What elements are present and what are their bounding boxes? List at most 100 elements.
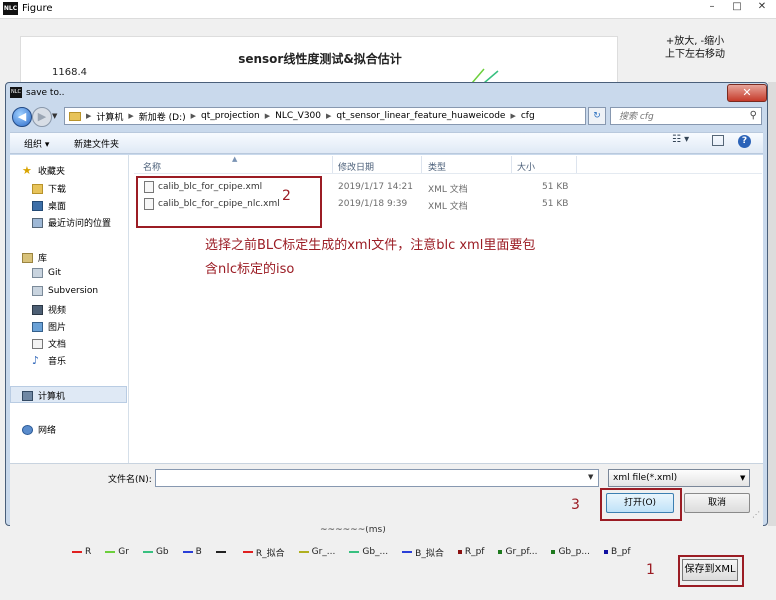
legend-label: Gr_pf... bbox=[505, 547, 538, 557]
window-close-button[interactable]: ✕ bbox=[750, 0, 774, 14]
legend-label: R_pf bbox=[464, 547, 485, 557]
legend-label: B bbox=[195, 547, 202, 557]
filename-input[interactable] bbox=[155, 469, 599, 487]
dialog-close-button[interactable]: ✕ bbox=[727, 84, 767, 102]
nav-item-favorites[interactable]: ★ 收藏夹 bbox=[22, 164, 66, 178]
history-dropdown-icon[interactable]: ▼ bbox=[52, 112, 57, 120]
legend-entry: R bbox=[72, 547, 91, 557]
legend-swatch bbox=[349, 551, 360, 553]
legend-swatch bbox=[603, 550, 608, 554]
preview-pane-icon[interactable] bbox=[712, 135, 724, 146]
navigation-pane bbox=[10, 155, 129, 463]
downloads-folder-icon bbox=[32, 183, 43, 194]
legend-swatch bbox=[402, 551, 413, 553]
nav-label: Git bbox=[48, 268, 62, 278]
column-header-name[interactable]: 名称 bbox=[143, 160, 161, 173]
column-divider bbox=[576, 156, 577, 173]
nav-item-subversion[interactable]: Subversion bbox=[32, 286, 98, 296]
nav-item-desktop[interactable]: 桌面 bbox=[32, 199, 66, 212]
minimize-button[interactable]: – bbox=[700, 0, 724, 14]
nav-label: 库 bbox=[38, 254, 48, 264]
filename-label: 文件名(N): bbox=[108, 475, 152, 485]
video-icon bbox=[32, 304, 43, 315]
nav-label: 音乐 bbox=[48, 357, 67, 367]
legend-label: Gr bbox=[118, 547, 129, 557]
nav-item-documents[interactable]: 文档 bbox=[32, 337, 66, 350]
chevron-right-icon: ▶ bbox=[510, 112, 516, 120]
plot-title: sensor线性度测试&拟合估计 bbox=[238, 52, 402, 66]
figure-window-title: Figure bbox=[22, 3, 53, 14]
nav-item-network[interactable]: 网络 bbox=[22, 423, 56, 436]
view-options-icon[interactable]: ☷ ▾ bbox=[672, 134, 689, 145]
annotation-note-line1: 选择之前BLC标定生成的xml文件，注意blc xml里面要包 bbox=[205, 238, 536, 253]
chevron-right-icon: ▶ bbox=[128, 112, 134, 120]
legend-entry: B_拟合 bbox=[402, 546, 444, 559]
figure-titlebar bbox=[0, 0, 776, 19]
back-arrow-icon[interactable]: ◀ bbox=[12, 107, 32, 127]
legend-entry: Gb bbox=[142, 547, 169, 557]
cancel-button[interactable]: 取消 bbox=[684, 493, 750, 513]
legend-swatch bbox=[142, 551, 153, 553]
legend-entry: Gr_... bbox=[298, 547, 336, 557]
breadcrumb-project[interactable]: qt_sensor_linear_feature_huaweicode bbox=[336, 111, 505, 121]
column-header-size[interactable]: 大小 bbox=[517, 160, 535, 173]
chevron-down-icon[interactable]: ▼ bbox=[588, 473, 593, 481]
recent-places-icon bbox=[32, 217, 43, 228]
legend-entry: Gr_pf... bbox=[498, 547, 537, 557]
legend-label: Gb_... bbox=[362, 547, 389, 557]
organize-menu-button[interactable]: 组织 ▾ bbox=[24, 137, 49, 150]
forward-arrow-icon[interactable]: ▶ bbox=[32, 107, 52, 127]
legend-swatch bbox=[242, 551, 253, 553]
file-type-filter-select[interactable]: xml file(*.xml) bbox=[608, 469, 750, 487]
nav-label: 收藏夹 bbox=[38, 167, 66, 177]
annotation-step-3: 3 bbox=[571, 497, 580, 513]
figure-bottom-area bbox=[0, 528, 776, 600]
refresh-icon[interactable]: ↻ bbox=[588, 107, 606, 125]
search-box[interactable]: ⚲ bbox=[610, 107, 762, 125]
new-folder-button[interactable]: 新建文件夹 bbox=[74, 137, 119, 150]
breadcrumb-computer[interactable]: 计算机 bbox=[96, 110, 123, 123]
resize-grip-icon[interactable]: ⋰ bbox=[752, 510, 760, 519]
legend-entry: B bbox=[182, 547, 202, 557]
legend-entry: R_拟合 bbox=[242, 546, 285, 559]
nav-item-downloads[interactable]: 下载 bbox=[32, 182, 66, 195]
maximize-button[interactable]: □ bbox=[725, 0, 749, 14]
pictures-icon bbox=[32, 321, 43, 332]
search-input[interactable] bbox=[617, 109, 741, 125]
git-library-icon bbox=[32, 268, 43, 278]
legend-label: R bbox=[85, 547, 92, 557]
figure-right-edge bbox=[768, 82, 776, 526]
nav-label: 图片 bbox=[48, 323, 67, 333]
breadcrumb-nlc-v300[interactable]: NLC_V300 bbox=[275, 111, 321, 121]
nav-item-music[interactable]: ♪ 音乐 bbox=[32, 354, 67, 368]
nav-item-libraries[interactable]: 库 bbox=[22, 251, 47, 264]
chevron-right-icon: ▶ bbox=[190, 112, 197, 120]
legend-label: Gr_... bbox=[311, 547, 336, 557]
legend-swatch bbox=[457, 550, 462, 554]
file-type: XML 文档 bbox=[428, 185, 468, 195]
nav-item-git[interactable]: Git bbox=[32, 268, 61, 278]
column-header-type[interactable]: 类型 bbox=[428, 160, 446, 173]
nav-item-recent[interactable]: 最近访问的位置 bbox=[32, 216, 111, 229]
annotation-box-files bbox=[136, 176, 322, 228]
breadcrumb-cfg[interactable]: cfg bbox=[521, 111, 535, 121]
nav-item-pictures[interactable]: 图片 bbox=[32, 320, 66, 333]
nav-item-videos[interactable]: 视频 bbox=[32, 303, 66, 316]
search-icon[interactable]: ⚲ bbox=[750, 110, 757, 121]
annotation-box-open bbox=[600, 488, 682, 521]
column-header-date[interactable]: 修改日期 bbox=[338, 160, 374, 173]
breadcrumb-qt-projection[interactable]: qt_projection bbox=[201, 111, 260, 121]
legend-swatch bbox=[215, 551, 226, 553]
nav-label: 最近访问的位置 bbox=[48, 219, 112, 229]
address-bar[interactable]: ▶ 计算机 ▶ 新加卷 (D:) ▶ qt_projection ▶ NLC_V… bbox=[64, 107, 586, 125]
file-date: 2019/1/17 14:21 bbox=[338, 182, 413, 192]
nav-item-computer[interactable]: 计算机 bbox=[22, 389, 65, 402]
breadcrumb-drive[interactable]: 新加卷 (D:) bbox=[139, 110, 186, 123]
column-divider bbox=[511, 156, 512, 173]
network-icon bbox=[22, 424, 33, 435]
legend-label: Gb_p... bbox=[558, 547, 590, 557]
annotation-box-save bbox=[678, 555, 744, 587]
legend-entry: B_pf bbox=[603, 547, 631, 557]
help-icon[interactable]: ? bbox=[738, 135, 751, 148]
chevron-down-icon[interactable]: ▼ bbox=[740, 474, 745, 482]
